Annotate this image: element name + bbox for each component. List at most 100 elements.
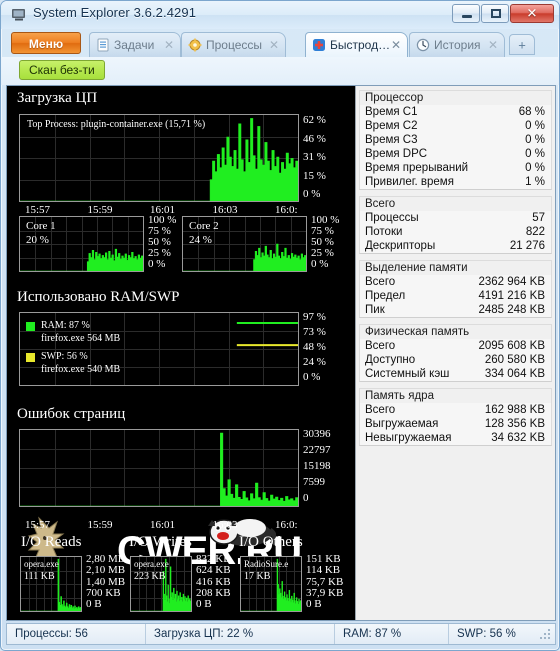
stats-row-label: Потоки bbox=[365, 226, 403, 238]
tab-close-icon[interactable]: ✕ bbox=[391, 38, 401, 52]
minimize-button[interactable] bbox=[452, 4, 480, 23]
resize-grip[interactable] bbox=[540, 629, 552, 641]
stats-row-value: 34 632 KB bbox=[491, 432, 545, 444]
stats-row-label: Дескрипторы bbox=[365, 240, 436, 252]
x-axis-tick: 15:57 bbox=[25, 519, 51, 531]
stats-row-value: 0 % bbox=[525, 162, 545, 174]
legend-sublabel: firefox.exe 540 MB bbox=[41, 364, 121, 375]
x-axis-tick: 15:59 bbox=[87, 204, 113, 216]
y-axis-tick: 700 KB bbox=[86, 586, 121, 599]
stats-row-value: 0 % bbox=[525, 148, 545, 160]
graphs-pane: CWER.RU Загрузка ЦП Top Process: plugin-… bbox=[7, 86, 355, 620]
stats-row-value: 128 356 KB bbox=[484, 418, 545, 430]
stats-row: Процессы 57 bbox=[360, 211, 551, 225]
legend-label: SWP: 56 % bbox=[41, 351, 88, 362]
stats-row-label: Время прерываний bbox=[365, 162, 469, 174]
y-axis-tick: 0 B bbox=[196, 598, 212, 610]
tab-4[interactable]: История ✕ bbox=[409, 32, 505, 57]
stats-group: Память ядра Всего 162 988 KB Выгружаемая 128… bbox=[359, 388, 552, 446]
app-icon bbox=[11, 7, 27, 22]
stats-group: Всего Процессы 57 Потоки 822 Дескрипторы 21 27… bbox=[359, 196, 552, 254]
stats-row: Время C1 68 % bbox=[360, 105, 551, 119]
stats-row: Всего 2362 964 KB bbox=[360, 275, 551, 289]
stats-row-value: 2362 964 KB bbox=[478, 276, 545, 288]
performance-icon bbox=[312, 38, 326, 52]
legend-sublabel: firefox.exe 564 MB bbox=[41, 333, 121, 344]
stats-row-label: Процессы bbox=[365, 212, 419, 224]
stats-row-value: 57 bbox=[532, 212, 545, 224]
x-axis-tick: 15:57 bbox=[25, 204, 51, 216]
tab-close-icon[interactable]: ✕ bbox=[164, 38, 174, 52]
y-axis-tick: 73 % bbox=[303, 326, 326, 338]
tab-close-icon[interactable]: ✕ bbox=[269, 38, 279, 52]
y-axis-tick: 30396 bbox=[303, 428, 331, 440]
security-scan-button[interactable]: Скан без-ти bbox=[19, 60, 105, 80]
tab-3[interactable]: Быстрод… ✕ bbox=[305, 32, 408, 57]
stats-row-label: Всего bbox=[365, 276, 396, 288]
stats-row-value: 260 580 KB bbox=[484, 354, 545, 366]
tab-label: Быстрод… bbox=[330, 38, 391, 52]
stats-row-value: 334 064 KB bbox=[484, 368, 545, 380]
stats-row: Дескрипторы 21 276 bbox=[360, 239, 551, 253]
y-axis-tick: 22797 bbox=[303, 444, 331, 456]
y-axis-tick: 31 % bbox=[303, 151, 326, 163]
x-axis-tick: 16:01 bbox=[150, 519, 176, 531]
io-writes-value: 223 KB bbox=[134, 571, 166, 582]
stats-row-label: Предел bbox=[365, 290, 406, 302]
status-bar: Процессы: 56 Загрузка ЦП: 22 % RAM: 87 % SW… bbox=[6, 623, 556, 645]
io-reads-value: 111 KB bbox=[24, 571, 55, 582]
page-faults-graph[interactable] bbox=[19, 429, 299, 507]
tab-close-icon[interactable]: ✕ bbox=[488, 38, 498, 52]
y-axis-tick: 0 % bbox=[311, 258, 329, 270]
stats-group: Физическая память Всего 2095 608 KB Доступн… bbox=[359, 324, 552, 382]
stats-row-label: Время C2 bbox=[365, 120, 418, 132]
stats-row-value: 0 % bbox=[525, 120, 545, 132]
stats-row-label: Невыгружаемая bbox=[365, 432, 452, 444]
close-button[interactable]: ✕ bbox=[510, 4, 554, 23]
stats-row: Время прерываний 0 % bbox=[360, 161, 551, 175]
stats-row-label: Время C3 bbox=[365, 134, 418, 146]
maximize-button[interactable] bbox=[481, 4, 509, 23]
stats-row: Выгружаемая 128 356 KB bbox=[360, 417, 551, 431]
new-tab-button[interactable]: + bbox=[509, 34, 535, 55]
stats-row-value: 21 276 bbox=[509, 240, 545, 252]
y-axis-tick: 97 % bbox=[303, 311, 326, 323]
x-axis-tick: 15:59 bbox=[87, 519, 113, 531]
io-others-title: I/O Others bbox=[239, 534, 303, 550]
history-icon bbox=[416, 38, 430, 52]
stats-row-value: 2095 608 KB bbox=[478, 340, 545, 352]
tab-1[interactable]: Задачи ✕ bbox=[89, 32, 181, 57]
stats-group-title: Память ядра bbox=[360, 389, 551, 403]
stats-row-label: Время DPC bbox=[365, 148, 428, 160]
stats-row: Доступно 260 580 KB bbox=[360, 353, 551, 367]
stats-group-title: Всего bbox=[360, 197, 551, 211]
y-axis-tick: 48 % bbox=[303, 341, 326, 353]
status-cell-3: RAM: 87 % bbox=[334, 624, 448, 644]
stats-row: Привилег. время 1 % bbox=[360, 175, 551, 189]
stats-row: Предел 4191 216 KB bbox=[360, 289, 551, 303]
title-bar: System Explorer 3.6.2.4291 ✕ bbox=[1, 1, 559, 29]
stats-sidebar[interactable]: Процессор Время C1 68 % Время C2 0 % Время C3… bbox=[355, 86, 555, 620]
y-axis-tick: 1,40 MB bbox=[86, 575, 126, 588]
y-axis-tick: 624 KB bbox=[196, 564, 231, 577]
io-writes-title: I/O Writes bbox=[129, 534, 192, 550]
status-text: RAM: 87 % bbox=[343, 628, 402, 640]
stats-group-title: Процессор bbox=[360, 91, 551, 105]
menu-button[interactable]: Меню bbox=[11, 32, 81, 54]
y-axis-tick: 114 KB bbox=[306, 564, 341, 577]
stats-row-value: 4191 216 KB bbox=[478, 290, 545, 302]
x-axis-tick: 16:03 bbox=[212, 519, 238, 531]
window-title: System Explorer 3.6.2.4291 bbox=[33, 5, 197, 20]
stats-row: Всего 162 988 KB bbox=[360, 403, 551, 417]
stats-row: Потоки 822 bbox=[360, 225, 551, 239]
stats-group-title: Физическая память bbox=[360, 325, 551, 339]
stats-row-label: Доступно bbox=[365, 354, 416, 366]
x-axis-tick: 16:0: bbox=[275, 204, 298, 216]
stats-row: Невыгружаемая 34 632 KB bbox=[360, 431, 551, 445]
stats-row-label: Всего bbox=[365, 404, 396, 416]
y-axis-tick: 24 % bbox=[303, 356, 326, 368]
tab-2[interactable]: Процессы ✕ bbox=[181, 32, 286, 57]
status-text: Загрузка ЦП: 22 % bbox=[154, 628, 254, 640]
processes-icon bbox=[188, 38, 202, 52]
stats-row-value: 68 % bbox=[518, 106, 545, 118]
